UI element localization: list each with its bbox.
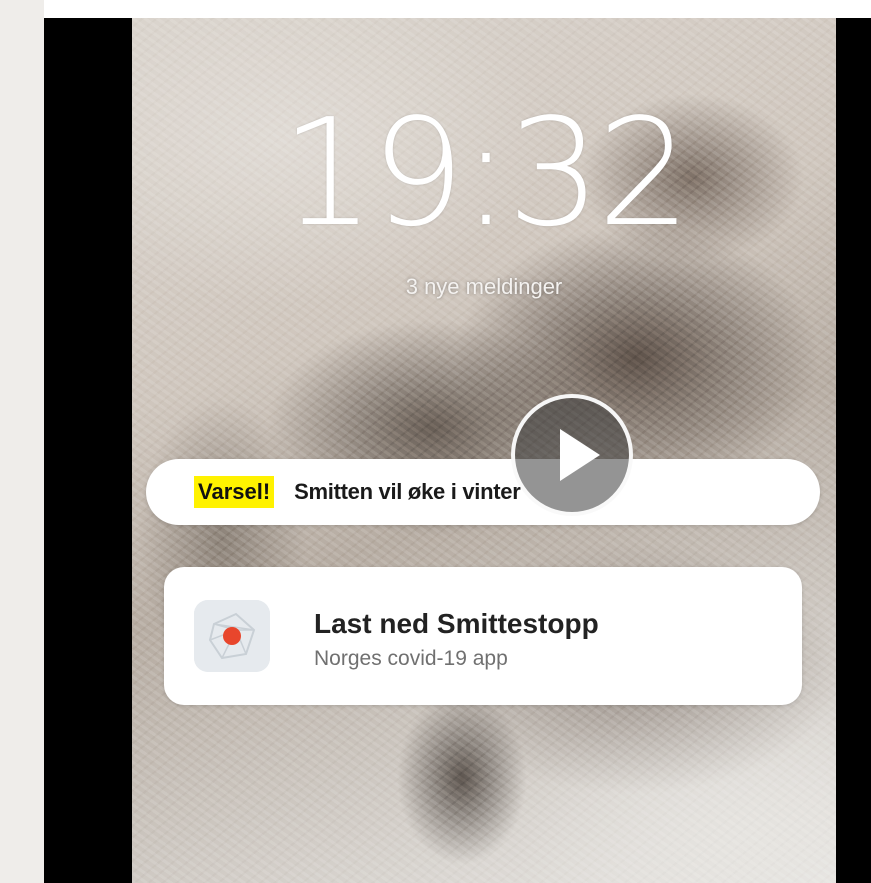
video-player[interactable]: 19:32 3 nye meldinger Varsel! Smitten vi… <box>44 18 871 883</box>
new-messages-count: 3 nye meldinger <box>405 274 563 299</box>
play-icon <box>560 429 600 481</box>
page-margin <box>0 0 44 883</box>
alert-banner: Varsel! Smitten vil øke i vinter <box>146 459 820 525</box>
smittestopp-app-icon <box>194 600 270 672</box>
notification-subtitle: Norges covid-19 app <box>314 647 508 670</box>
alert-text: Smitten vil øke i vinter <box>294 479 521 504</box>
app-notification-card[interactable]: Last ned Smittestopp Norges covid-19 app <box>164 567 802 705</box>
page-header-band <box>44 0 871 18</box>
play-button[interactable] <box>511 394 633 516</box>
notification-title: Last ned Smittestopp <box>314 608 599 639</box>
lockscreen-clock: 19:32 <box>280 87 692 259</box>
video-frame: 19:32 3 nye meldinger Varsel! Smitten vi… <box>132 18 836 883</box>
alert-badge: Varsel! <box>194 476 275 508</box>
